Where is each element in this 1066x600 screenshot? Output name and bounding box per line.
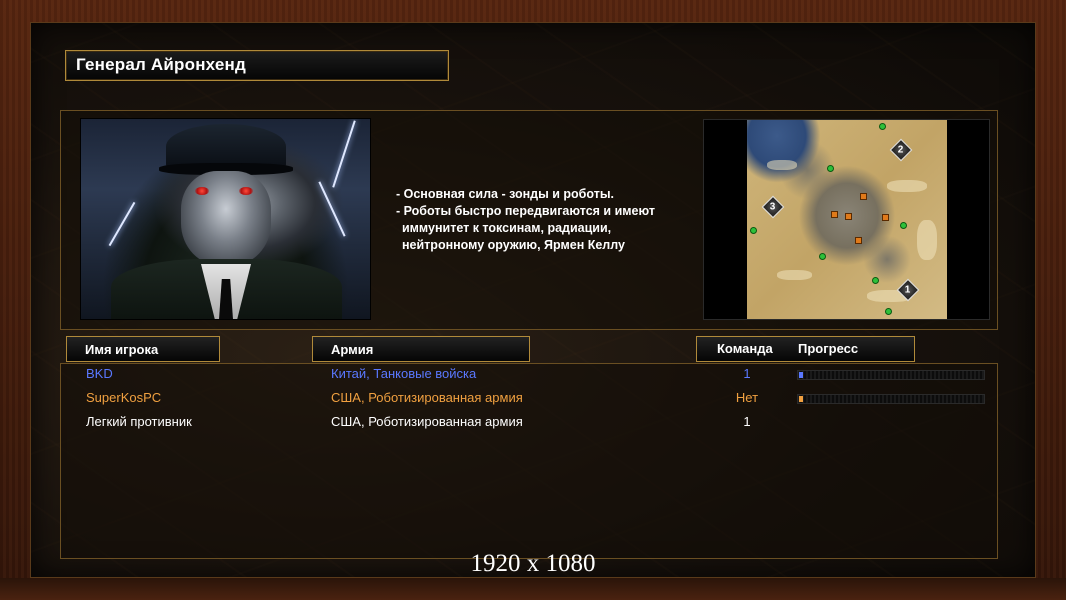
- description-line: - Роботы быстро передвигаются и имеют: [396, 204, 655, 218]
- minimap[interactable]: 2 3 1: [747, 120, 947, 319]
- load-progress-bar: [797, 394, 985, 404]
- description-line: иммунитет к токсинам, радиации,: [402, 221, 612, 235]
- player-row: BKD Китай, Танковые войска 1: [0, 364, 1066, 386]
- header-army: Армия: [312, 336, 530, 362]
- general-portrait: [80, 118, 371, 320]
- supply-dock-icon: [872, 277, 879, 284]
- general-title: Генерал Айронхенд: [65, 50, 449, 81]
- load-progress-bar: [797, 370, 985, 380]
- tech-building-icon: [831, 211, 838, 218]
- player-team: 1: [743, 414, 751, 429]
- player-army: Китай, Танковые войска: [331, 366, 477, 381]
- description-line: нейтронному оружию, Ярмен Келлу: [402, 238, 625, 252]
- tech-building-icon: [860, 193, 867, 200]
- player-name: SuperKosPC: [86, 390, 162, 405]
- player-row: Легкий противник США, Роботизированная а…: [0, 412, 1066, 434]
- start-position-marker[interactable]: 2: [889, 138, 913, 162]
- supply-dock-icon: [750, 227, 757, 234]
- player-team: 1: [743, 366, 751, 381]
- supply-dock-icon: [885, 308, 892, 315]
- tech-building-icon: [882, 214, 889, 221]
- supply-dock-icon: [879, 123, 886, 130]
- header-team: Команда: [717, 341, 773, 356]
- general-description: - Основная сила - зонды и роботы. - Робо…: [396, 186, 696, 254]
- player-team: Нет: [735, 390, 759, 405]
- player-army: США, Роботизированная армия: [331, 414, 523, 429]
- supply-dock-icon: [827, 165, 834, 172]
- player-row: SuperKosPC США, Роботизированная армия Н…: [0, 388, 1066, 410]
- player-name: Легкий противник: [86, 414, 192, 429]
- supply-dock-icon: [900, 222, 907, 229]
- tech-building-icon: [855, 237, 862, 244]
- tech-building-icon: [845, 213, 852, 220]
- bottom-strip: [0, 578, 1066, 600]
- resolution-label: 1920 x 1080: [470, 550, 596, 577]
- header-player-name: Имя игрока: [66, 336, 220, 362]
- supply-dock-icon: [819, 253, 826, 260]
- start-position-marker[interactable]: 3: [761, 195, 785, 219]
- player-name: BKD: [86, 366, 113, 381]
- player-army: США, Роботизированная армия: [331, 390, 523, 405]
- header-progress: Прогресс: [798, 341, 859, 356]
- description-line: - Основная сила - зонды и роботы.: [396, 187, 614, 201]
